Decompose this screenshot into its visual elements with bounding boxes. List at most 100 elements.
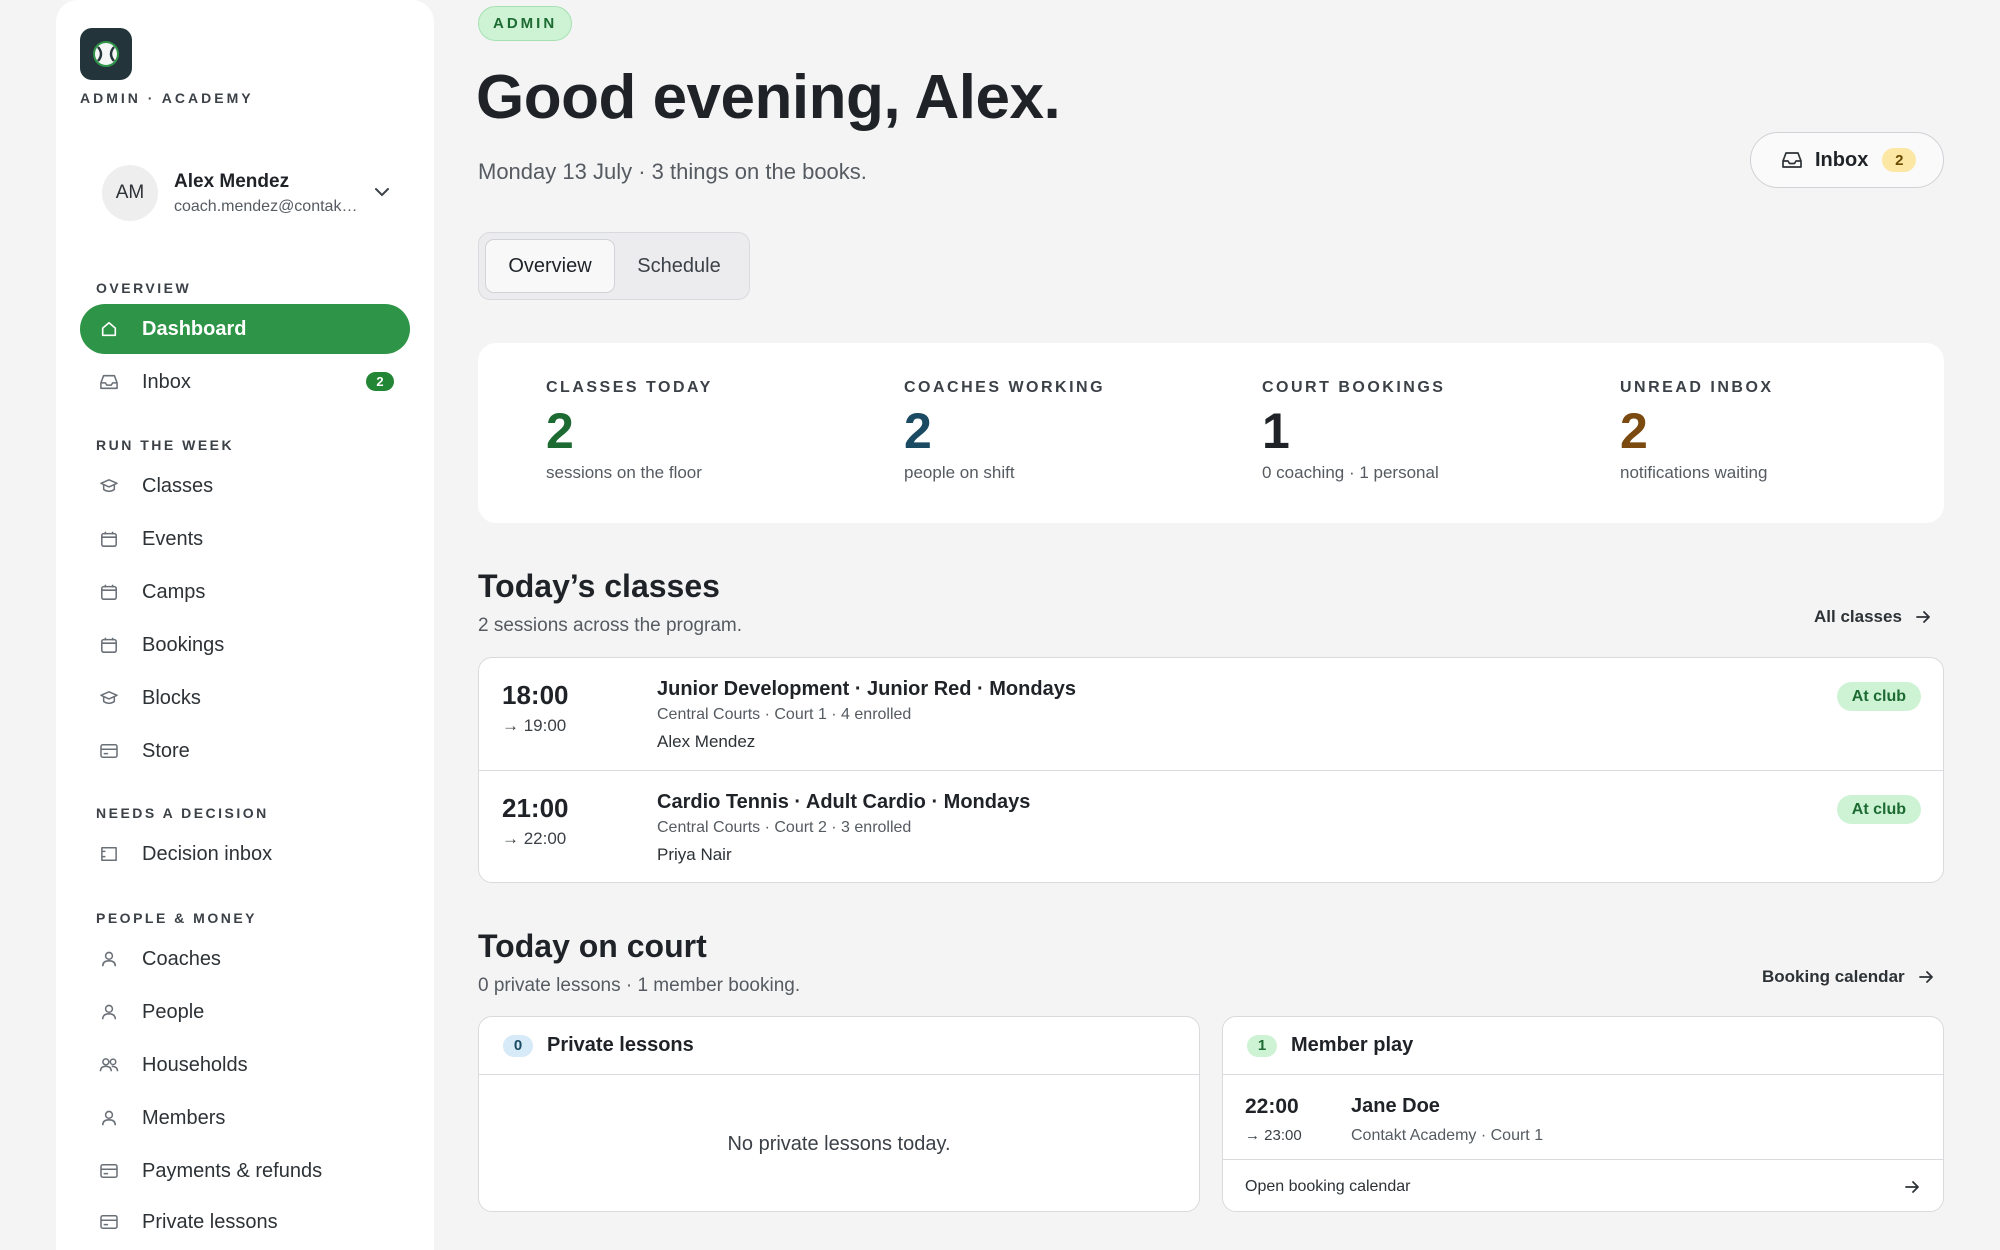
app-logo[interactable] — [80, 28, 132, 80]
all-classes-label: All classes — [1814, 607, 1902, 626]
card-icon — [98, 1160, 120, 1182]
blocks-icon — [98, 687, 120, 709]
class-title: Cardio Tennis · Adult Cardio · Mondays — [657, 791, 1031, 813]
stat-unread-inbox: UNREAD INBOX 2 notifications waiting — [1620, 379, 1774, 483]
sidebar-item-label: Inbox — [142, 370, 191, 393]
class-coach: Alex Mendez — [657, 732, 756, 751]
court-subtitle: 0 private lessons · 1 member booking. — [478, 975, 801, 996]
section-label-needs-a-decision: NEEDS A DECISION — [96, 805, 269, 821]
arrow-right-icon — [1905, 1181, 1919, 1193]
member-play-header: 1 Member play — [1223, 1017, 1943, 1075]
stat-sub: notifications waiting — [1620, 463, 1768, 482]
booking-member-name: Jane Doe — [1351, 1095, 1440, 1117]
open-booking-calendar-label: Open booking calendar — [1245, 1177, 1411, 1195]
tab-schedule[interactable]: Schedule — [619, 239, 739, 293]
classes-heading: Today’s classes — [478, 568, 720, 604]
brand-label: ADMIN · ACADEMY — [80, 90, 254, 106]
open-booking-calendar-link[interactable]: Open booking calendar — [1223, 1159, 1943, 1211]
sidebar-item-label: Events — [142, 527, 204, 550]
sidebar-item-label: Blocks — [142, 686, 201, 709]
sidebar-item-inbox[interactable]: Inbox 2 — [80, 357, 410, 407]
private-lessons-header: 0 Private lessons — [479, 1017, 1199, 1075]
status-badge: At club — [1836, 682, 1921, 711]
section-label-people-money: PEOPLE & MONEY — [96, 910, 258, 926]
user-email: coach.mendez@contakt.academy — [174, 197, 358, 215]
stat-sub: people on shift — [904, 463, 1015, 482]
booking-calendar-link[interactable]: Booking calendar — [1762, 967, 1935, 987]
sidebar-item-private-lessons[interactable]: Private lessons — [80, 1197, 410, 1247]
stat-sub: sessions on the floor — [546, 463, 702, 482]
booking-calendar-label: Booking calendar — [1762, 967, 1905, 986]
sidebar-item-label: Members — [142, 1106, 226, 1129]
admin-pill: ADMIN — [478, 6, 573, 41]
sidebar-item-decision-inbox[interactable]: Decision inbox — [80, 829, 410, 879]
sidebar-item-label: Store — [142, 739, 190, 762]
inbox-icon — [98, 371, 120, 393]
sidebar-item-classes[interactable]: Classes — [80, 461, 410, 511]
class-row[interactable]: 21:00 → 22:00 Cardio Tennis · Adult Card… — [479, 770, 1943, 882]
section-label-overview: OVERVIEW — [96, 280, 192, 296]
sidebar-item-people[interactable]: People — [80, 987, 410, 1037]
sidebar-item-label: Decision inbox — [142, 842, 273, 865]
inbox-count-badge: 2 — [366, 372, 394, 391]
sidebar-item-store[interactable]: Store — [80, 726, 410, 776]
class-end-time: → 22:00 — [502, 829, 567, 848]
user-switcher[interactable]: AM Alex Mendez coach.mendez@contakt.acad… — [102, 164, 402, 222]
stat-value: 1 — [1262, 403, 1290, 459]
class-start-time: 18:00 — [502, 680, 569, 710]
sidebar-item-camps[interactable]: Camps — [80, 567, 410, 617]
classes-icon — [98, 475, 120, 497]
card-icon — [98, 1211, 120, 1233]
inbox-button-label: Inbox — [1815, 148, 1869, 171]
classes-list: 18:00 → 19:00 Junior Development · Junio… — [478, 657, 1944, 883]
class-title: Junior Development · Junior Red · Monday… — [657, 678, 1076, 700]
sidebar-item-label: Coaches — [142, 947, 221, 970]
sidebar: ADMIN · ACADEMY AM Alex Mendez coach.men… — [56, 0, 434, 1250]
home-icon — [98, 318, 120, 340]
sidebar-item-dashboard[interactable]: Dashboard — [80, 304, 410, 354]
stat-classes-today: CLASSES TODAY 2 sessions on the floor — [546, 379, 713, 483]
tab-overview[interactable]: Overview — [485, 239, 615, 293]
sidebar-item-label: People — [142, 1000, 205, 1023]
sidebar-item-label: Bookings — [142, 633, 225, 656]
users-icon — [98, 1054, 120, 1076]
member-play-title: Member play — [1291, 1034, 1414, 1056]
sidebar-item-payments-refunds[interactable]: Payments & refunds — [80, 1146, 410, 1196]
calendar-icon — [98, 581, 120, 603]
all-classes-link[interactable]: All classes — [1814, 607, 1932, 627]
decision-icon — [98, 843, 120, 865]
tennis-ball-icon — [93, 41, 119, 67]
member-play-card: 1 Member play 22:00 → 23:00 Jane Doe Con… — [1222, 1016, 1944, 1212]
sidebar-item-label: Dashboard — [142, 317, 247, 340]
section-label-run-the-week: RUN THE WEEK — [96, 437, 235, 453]
view-tabs: Overview Schedule — [478, 232, 750, 300]
stat-label: UNREAD INBOX — [1620, 379, 1774, 396]
stats-card: CLASSES TODAY 2 sessions on the floor CO… — [478, 343, 1944, 523]
stat-value: 2 — [546, 403, 574, 459]
stat-label: COURT BOOKINGS — [1262, 379, 1446, 396]
sidebar-item-events[interactable]: Events — [80, 514, 410, 564]
sidebar-item-coaches[interactable]: Coaches — [80, 934, 410, 984]
stat-sub: 0 coaching · 1 personal — [1262, 463, 1439, 482]
private-lessons-title: Private lessons — [547, 1034, 694, 1056]
stat-coaches-working: COACHES WORKING 2 people on shift — [904, 379, 1105, 483]
calendar-icon — [98, 634, 120, 656]
sidebar-item-members[interactable]: Members — [80, 1093, 410, 1143]
user-name: Alex Mendez — [174, 170, 290, 192]
stat-court-bookings: COURT BOOKINGS 1 0 coaching · 1 personal — [1262, 379, 1445, 483]
stat-value: 2 — [1620, 403, 1648, 459]
sidebar-item-bookings[interactable]: Bookings — [80, 620, 410, 670]
sidebar-item-blocks[interactable]: Blocks — [80, 673, 410, 723]
sidebar-item-households[interactable]: Households — [80, 1040, 410, 1090]
booking-start-time: 22:00 — [1245, 1095, 1299, 1118]
class-meta: Central Courts · Court 2 · 3 enrolled — [657, 819, 912, 836]
inbox-icon — [1782, 152, 1802, 168]
sidebar-item-label: Camps — [142, 580, 206, 603]
class-meta: Central Courts · Court 1 · 4 enrolled — [657, 706, 912, 723]
private-lessons-count: 0 — [503, 1034, 533, 1057]
chevron-down-icon[interactable] — [370, 180, 394, 204]
sidebar-item-label: Private lessons — [142, 1210, 278, 1233]
status-badge: At club — [1836, 795, 1921, 824]
class-row[interactable]: 18:00 → 19:00 Junior Development · Junio… — [479, 658, 1943, 770]
inbox-button[interactable]: Inbox 2 — [1750, 132, 1944, 188]
